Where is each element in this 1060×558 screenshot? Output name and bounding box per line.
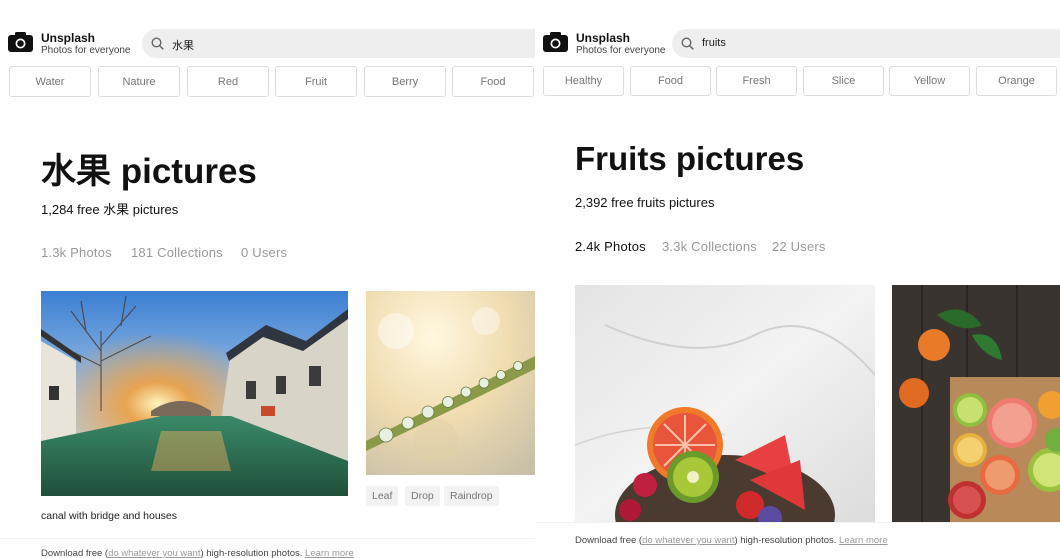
search-icon [151, 37, 164, 50]
tag-yellow[interactable]: Yellow [889, 66, 970, 96]
tab-users[interactable]: 0 Users [241, 245, 287, 260]
tag-water[interactable]: Water [9, 66, 91, 97]
photo-canal[interactable] [41, 291, 348, 496]
footer-text: Download free (do whatever you want) hig… [575, 535, 888, 546]
tab-collections[interactable]: 3.3k Collections [662, 239, 757, 254]
page-title: 水果 pictures [41, 152, 257, 191]
search-page-right: Unsplash Photos for everyone fruits Heal… [535, 0, 1060, 558]
search-input[interactable]: fruits [672, 29, 1060, 58]
search-input[interactable]: 水果 [142, 29, 535, 58]
footer-suffix: ) high-resolution photos. [734, 535, 837, 546]
license-link[interactable]: do whatever you want [642, 535, 734, 546]
photo-fruit-bowl[interactable] [575, 285, 875, 522]
photo-tag-leaf[interactable]: Leaf [366, 486, 399, 506]
tab-photos[interactable]: 1.3k Photos [41, 245, 112, 260]
page-title: Fruits pictures [575, 140, 805, 177]
related-tags: Healthy Food Fresh Slice Yellow Orange [535, 66, 1060, 98]
related-tags: Water Nature Red Fruit Berry Food [0, 66, 535, 98]
search-icon [681, 37, 694, 50]
brand-tagline: Photos for everyone [41, 45, 131, 56]
footer-prefix: Download free ( [41, 548, 109, 558]
tab-collections[interactable]: 181 Collections [131, 245, 223, 260]
camera-icon[interactable] [8, 32, 33, 52]
learn-more-link[interactable]: Learn more [305, 548, 354, 558]
photo-citrus-slices[interactable] [892, 285, 1060, 522]
tag-food[interactable]: Food [630, 66, 711, 96]
footer-banner: Download free (do whatever you want) hig… [0, 538, 535, 558]
tab-photos[interactable]: 2.4k Photos [575, 239, 646, 254]
tag-slice[interactable]: Slice [803, 66, 884, 96]
photo-tag-raindrop[interactable]: Raindrop [444, 486, 499, 506]
tag-food[interactable]: Food [452, 66, 534, 97]
photo-tag-drop[interactable]: Drop [405, 486, 440, 506]
footer-banner: Download free (do whatever you want) hig… [535, 522, 1060, 558]
page-subtitle: 1,284 free 水果 pictures [41, 202, 179, 217]
footer-prefix: Download free ( [575, 535, 643, 546]
tag-red[interactable]: Red [187, 66, 269, 97]
tag-nature[interactable]: Nature [98, 66, 180, 97]
camera-icon[interactable] [543, 32, 568, 52]
brand-name[interactable]: Unsplash [41, 31, 95, 45]
footer-suffix: ) high-resolution photos. [200, 548, 303, 558]
learn-more-link[interactable]: Learn more [839, 535, 888, 546]
photo-caption: canal with bridge and houses [41, 510, 178, 522]
brand-name[interactable]: Unsplash [576, 31, 630, 45]
footer-text: Download free (do whatever you want) hig… [41, 548, 354, 558]
tag-orange[interactable]: Orange [976, 66, 1057, 96]
header: Unsplash Photos for everyone fruits [535, 26, 1060, 62]
search-page-left: Unsplash Photos for everyone 水果 Water Na… [0, 0, 535, 558]
tag-fresh[interactable]: Fresh [716, 66, 797, 96]
search-value: 水果 [172, 40, 194, 52]
tab-users[interactable]: 22 Users [772, 239, 826, 254]
search-value: fruits [702, 37, 726, 49]
tag-berry[interactable]: Berry [364, 66, 446, 97]
photo-raindrop[interactable] [366, 291, 535, 475]
license-link[interactable]: do whatever you want [108, 548, 200, 558]
tag-healthy[interactable]: Healthy [543, 66, 624, 96]
tag-fruit[interactable]: Fruit [275, 66, 357, 97]
brand-tagline: Photos for everyone [576, 45, 666, 56]
header: Unsplash Photos for everyone 水果 [0, 26, 535, 62]
page-subtitle: 2,392 free fruits pictures [575, 195, 715, 210]
